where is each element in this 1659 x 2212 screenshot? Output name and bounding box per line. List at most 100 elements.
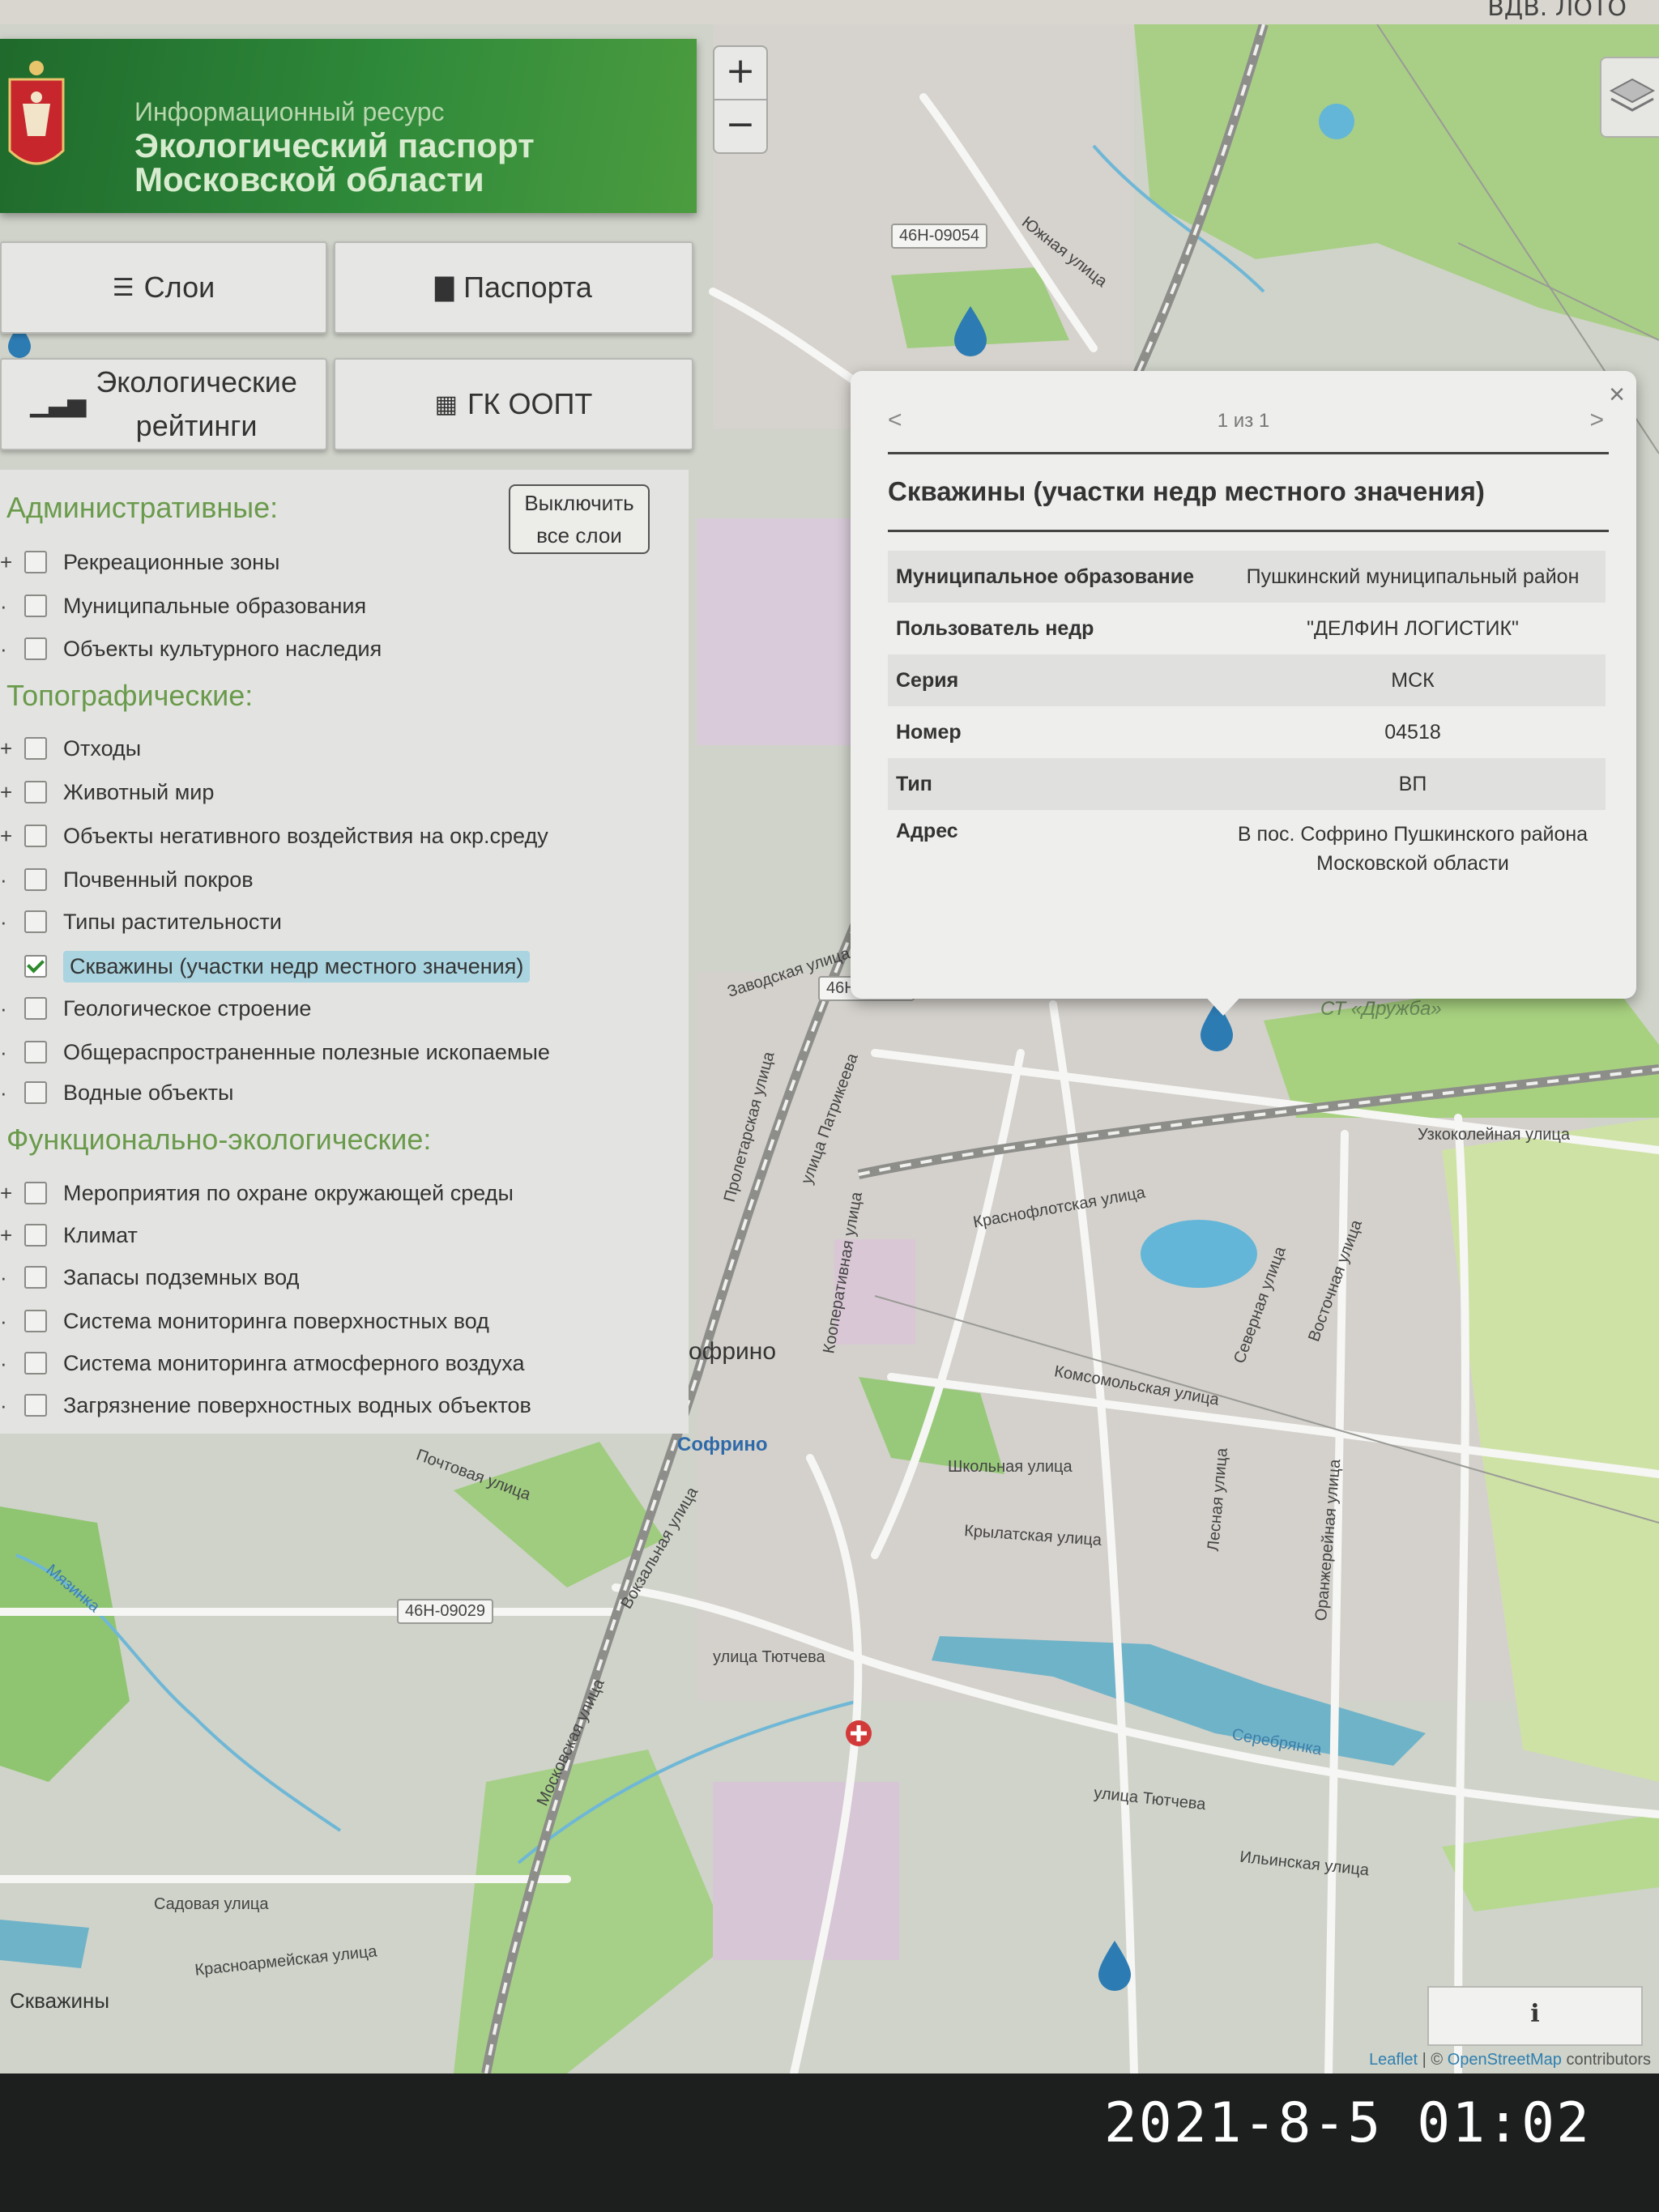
expand-icon[interactable]: ·: [0, 910, 24, 935]
zoom-out-button[interactable]: −: [713, 99, 768, 154]
layer-checkbox[interactable]: [24, 1081, 47, 1104]
expand-icon[interactable]: +: [0, 1223, 24, 1248]
layer-row[interactable]: · Водные объекты: [0, 1074, 233, 1111]
layer-row[interactable]: · Общераспространенные полезные ископаемы…: [0, 1034, 550, 1071]
layer-label: Почвенный покров: [63, 867, 254, 892]
layer-checkbox[interactable]: [24, 637, 47, 660]
layer-row[interactable]: · Почвенный покров: [0, 861, 254, 898]
layer-checkbox[interactable]: [24, 1224, 47, 1247]
layer-row[interactable]: · Система мониторинга поверхностных вод: [0, 1302, 489, 1340]
leaflet-link[interactable]: Leaflet: [1369, 2051, 1418, 2069]
expand-icon[interactable]: ·: [0, 1040, 24, 1065]
expand-icon[interactable]: ·: [0, 996, 24, 1021]
layer-label: Муниципальные образования: [63, 593, 367, 618]
layer-checkbox[interactable]: [24, 1352, 47, 1375]
layer-row-wells[interactable]: Скважины (участки недр местного значения…: [0, 948, 531, 985]
attr-value: В пос. Софрино Пушкинского района Москов…: [1237, 823, 1589, 875]
layer-label: Мероприятия по охране окружающей среды: [63, 1180, 514, 1205]
expand-icon[interactable]: +: [0, 824, 24, 849]
expand-icon[interactable]: ·: [0, 867, 24, 893]
street-label: Садовая улица: [154, 1895, 269, 1913]
popup-close-button[interactable]: ×: [1609, 379, 1625, 411]
attr-key: Серия: [896, 668, 959, 692]
oopt-button[interactable]: ▦ ГК ООПТ: [334, 358, 693, 450]
layer-label: Водные объекты: [63, 1080, 234, 1105]
layer-label: Объекты культурного наследия: [63, 636, 382, 661]
layer-row[interactable]: + Животный мир: [0, 774, 214, 811]
popup-divider: [888, 452, 1609, 454]
expand-icon[interactable]: ·: [0, 1393, 24, 1418]
layer-row[interactable]: + Мероприятия по охране окружающей среды: [0, 1174, 514, 1212]
layer-label: Рекреационные зоны: [63, 549, 280, 574]
moscow-region-emblem: [8, 61, 65, 165]
popup-attributes-table: Муниципальное образование Пушкинский муни…: [888, 551, 1606, 893]
expand-icon[interactable]: ·: [0, 1351, 24, 1376]
passports-button[interactable]: ▇ Паспорта: [334, 241, 693, 334]
document-icon: ▇: [435, 274, 454, 301]
layer-row[interactable]: + Климат: [0, 1217, 138, 1254]
layers-button[interactable]: ☰ Слои: [0, 241, 327, 334]
layer-row[interactable]: · Муниципальные образования: [0, 587, 366, 624]
expand-icon[interactable]: +: [0, 1181, 24, 1206]
layer-checkbox[interactable]: [24, 868, 47, 891]
expand-icon[interactable]: ·: [0, 1265, 24, 1290]
layer-checkbox[interactable]: [24, 595, 47, 617]
layer-checkbox[interactable]: [24, 1394, 47, 1417]
attr-row: Муниципальное образование Пушкинский муни…: [888, 551, 1606, 603]
attr-key: Адрес: [896, 820, 958, 842]
osm-link[interactable]: OpenStreetMap: [1448, 2051, 1562, 2069]
expand-icon[interactable]: +: [0, 780, 24, 805]
expand-icon[interactable]: +: [0, 550, 24, 575]
attr-row: Серия МСК: [888, 654, 1606, 706]
expand-icon[interactable]: ·: [0, 594, 24, 619]
layer-row[interactable]: + Объекты негативного воздействия на окр.…: [0, 817, 548, 855]
layer-checkbox[interactable]: [24, 1266, 47, 1289]
popup-next-button[interactable]: >: [1589, 407, 1604, 434]
photo-timestamp: 2021-8-5 01:02: [1103, 2091, 1591, 2155]
layer-checkbox[interactable]: [24, 825, 47, 847]
attr-value: "ДЕЛФИН ЛОГИСТИК": [1307, 616, 1519, 640]
layer-checkbox[interactable]: [24, 1310, 47, 1332]
road-number: 46Н-09029: [397, 1599, 493, 1624]
ratings-button[interactable]: ▁▃▅ Экологические рейтинги: [0, 358, 327, 450]
layer-label: Загрязнение поверхностных водных объекто…: [63, 1392, 531, 1417]
layer-row[interactable]: · Геологическое строение: [0, 990, 311, 1027]
layer-checkbox[interactable]: [24, 551, 47, 573]
layer-label: Климат: [63, 1222, 138, 1247]
layer-checkbox-checked[interactable]: [24, 955, 47, 978]
info-button[interactable]: i: [1427, 1986, 1643, 2046]
layer-row[interactable]: + Рекреационные зоны: [0, 543, 279, 581]
popup-title: Скважины (участки недр местного значения…: [888, 476, 1485, 506]
layer-checkbox[interactable]: [24, 1182, 47, 1204]
layer-checkbox[interactable]: [24, 781, 47, 803]
layer-checkbox[interactable]: [24, 737, 47, 760]
expand-icon[interactable]: ·: [0, 1080, 24, 1106]
expand-icon[interactable]: ·: [0, 637, 24, 662]
section-title-administrative: Административные:: [6, 491, 279, 524]
layers-control-button[interactable]: [1600, 57, 1659, 138]
active-layer-label: Скважины: [10, 1988, 110, 2013]
layers-panel: Выключить все слои Административные: + Ре…: [0, 470, 689, 1434]
street-label: Узкоколейная улица: [1418, 1126, 1571, 1144]
layer-checkbox[interactable]: [24, 997, 47, 1020]
expand-icon[interactable]: ·: [0, 1309, 24, 1334]
layer-checkbox[interactable]: [24, 910, 47, 933]
attr-value: ВП: [1398, 772, 1427, 795]
attr-key: Муниципальное образование: [896, 565, 1194, 588]
layer-row[interactable]: + Отходы: [0, 730, 141, 767]
layer-row[interactable]: · Объекты культурного наследия: [0, 630, 382, 667]
disable-all-layers-button[interactable]: Выключить все слои: [509, 484, 650, 554]
layer-row[interactable]: · Система мониторинга атмосферного воздух…: [0, 1345, 525, 1382]
header-subtitle: Информационный ресурс: [134, 97, 445, 126]
expand-icon[interactable]: +: [0, 736, 24, 761]
street-label: улица Тютчева: [713, 1648, 825, 1666]
popup-pager: 1 из 1: [1217, 410, 1270, 432]
layer-row[interactable]: · Загрязнение поверхностных водных объект…: [0, 1387, 531, 1424]
layer-checkbox[interactable]: [24, 1041, 47, 1063]
attribution-contributors: contributors: [1561, 2051, 1651, 2069]
layer-row[interactable]: · Типы растительности: [0, 903, 282, 940]
site-header: Информационный ресурс Экологический пасп…: [0, 39, 697, 213]
zoom-in-button[interactable]: +: [713, 45, 768, 100]
attr-key: Пользователь недр: [896, 616, 1094, 640]
layer-row[interactable]: · Запасы подземных вод: [0, 1259, 299, 1296]
